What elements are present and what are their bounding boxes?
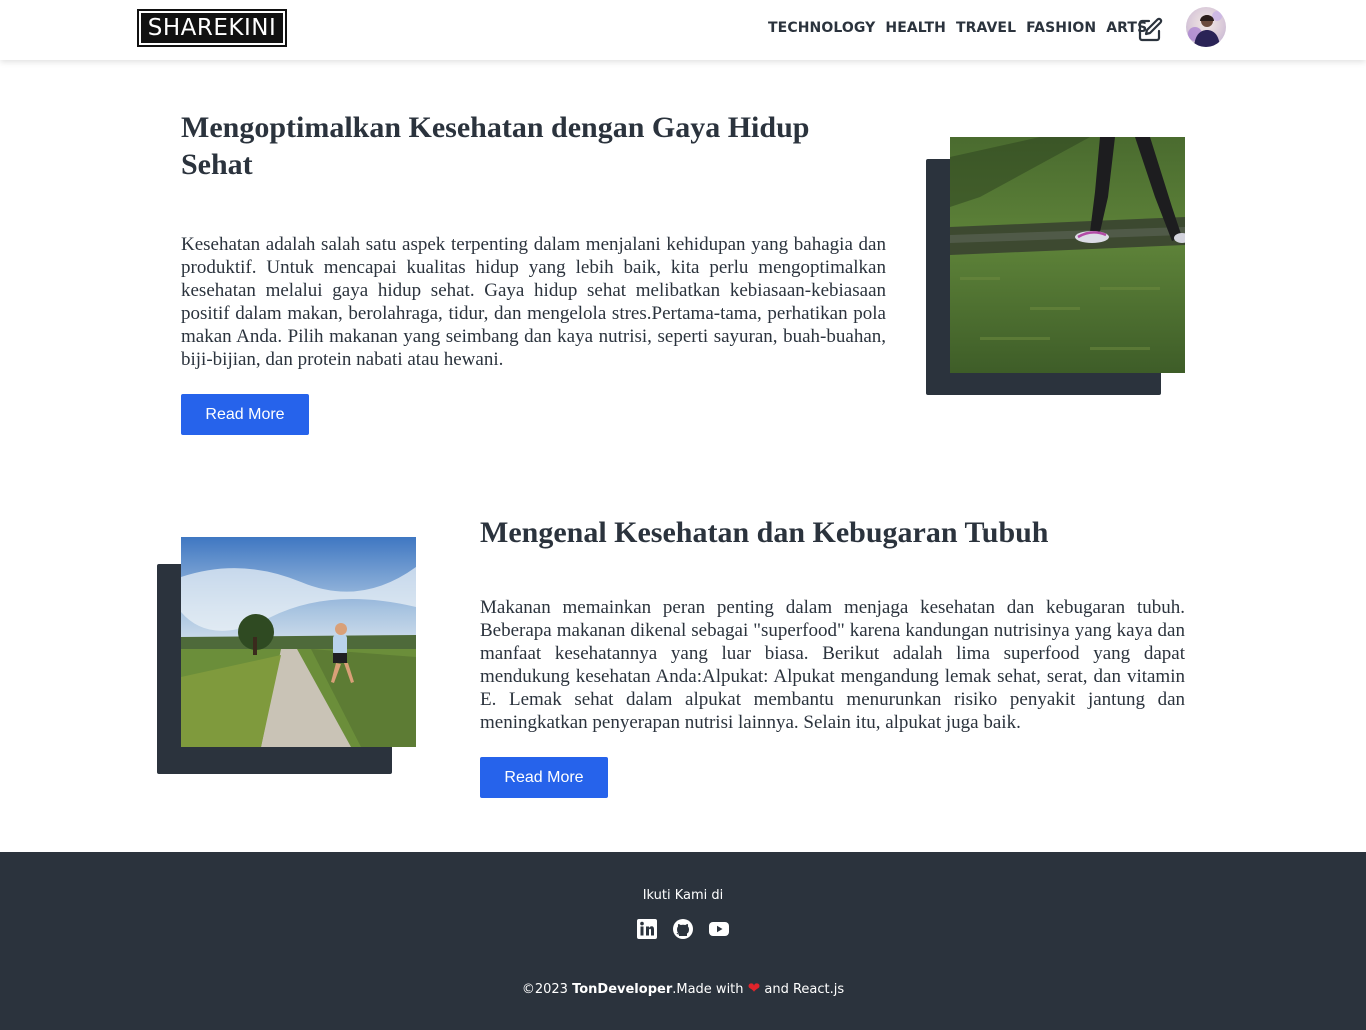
article-card-2: Mengenal Kesehatan dan Kebugaran Tubuh M… <box>480 514 1185 798</box>
read-more-button[interactable]: Read More <box>480 757 608 798</box>
brand-name[interactable]: TonDeveloper <box>572 982 672 997</box>
edit-icon[interactable] <box>1136 16 1164 44</box>
running-shoes-photo <box>950 137 1185 373</box>
navbar: SHAREKINI TECHNOLOGY HEALTH TRAVEL FASHI… <box>0 0 1366 60</box>
article-excerpt: Makanan memainkan peran penting dalam me… <box>480 597 1185 733</box>
article-image-1[interactable] <box>926 137 1186 395</box>
linkedin-icon[interactable] <box>636 918 658 940</box>
github-icon[interactable] <box>672 918 694 940</box>
avatar-image <box>1188 11 1222 47</box>
article-title: Mengenal Kesehatan dan Kebugaran Tubuh <box>480 516 1049 549</box>
nav-link-health[interactable]: HEALTH <box>885 20 946 36</box>
runner-path-photo <box>181 537 416 747</box>
user-avatar[interactable] <box>1186 7 1226 47</box>
nav-links: TECHNOLOGY HEALTH TRAVEL FASHION ARTS <box>768 20 1147 36</box>
youtube-icon[interactable] <box>708 918 730 940</box>
site-logo[interactable]: SHAREKINI <box>137 9 287 47</box>
nav-link-fashion[interactable]: FASHION <box>1026 20 1096 36</box>
copyright-text: ©2023 TonDeveloper.Made with ❤ and React… <box>0 979 1366 997</box>
nav-link-travel[interactable]: TRAVEL <box>956 20 1016 36</box>
footer: Ikuti Kami di ©2023 TonDeveloper.Made wi… <box>0 852 1366 1030</box>
nav-link-technology[interactable]: TECHNOLOGY <box>768 20 875 36</box>
article-card-1: Mengoptimalkan Kesehatan dengan Gaya Hid… <box>181 109 886 435</box>
social-links <box>636 918 730 940</box>
article-excerpt: Kesehatan adalah salah satu aspek terpen… <box>181 234 886 370</box>
article-image-2[interactable] <box>157 537 417 774</box>
heart-icon: ❤ <box>747 979 761 997</box>
react-text: and React.js <box>760 982 845 997</box>
copyright-prefix: ©2023 <box>521 982 573 997</box>
made-with-text: .Made with <box>672 982 748 997</box>
read-more-button[interactable]: Read More <box>181 394 309 435</box>
article-title: Mengoptimalkan Kesehatan dengan Gaya Hid… <box>181 111 810 181</box>
logo-text: SHAREKINI <box>141 13 283 43</box>
follow-us-text: Ikuti Kami di <box>642 888 724 903</box>
